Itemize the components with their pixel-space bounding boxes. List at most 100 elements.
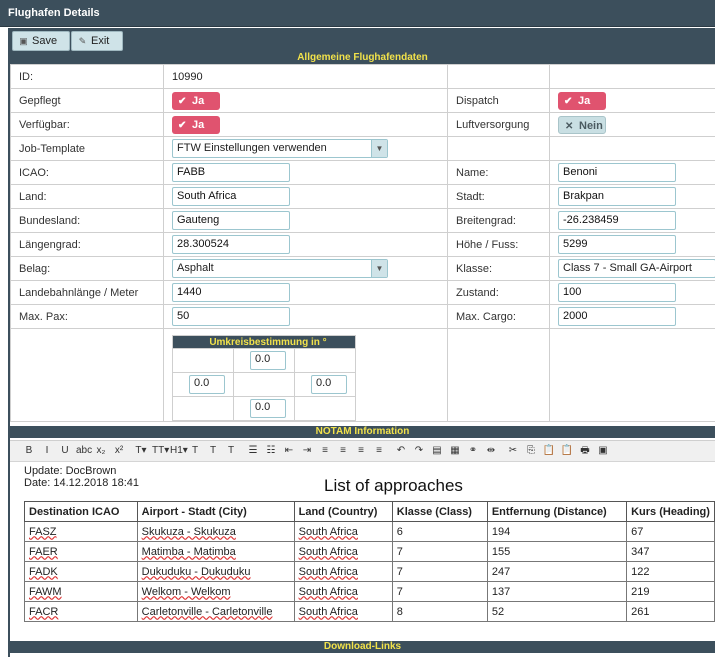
editor-redo-icon[interactable]: ↷	[412, 444, 426, 458]
verfuegbar-toggle[interactable]: ✔ Ja	[172, 115, 220, 134]
table-cell: 122	[626, 561, 715, 582]
belag-select[interactable]: Asphalt ▼	[172, 259, 388, 278]
chevron-down-icon: ▼	[371, 140, 387, 157]
gepflegt-toggle[interactable]: ✔ Ja	[172, 91, 220, 110]
umkreis-east-input[interactable]: 0.0	[311, 375, 347, 394]
id-value: 10990	[163, 64, 448, 89]
editor-bullet-list-icon[interactable]: ☰	[246, 444, 260, 458]
table-cell: 8	[391, 601, 488, 622]
breitengrad-label: Breitengrad:	[447, 208, 550, 233]
editor-text-color-icon[interactable]: T	[188, 444, 202, 458]
landebahn-input[interactable]: 1440	[172, 283, 290, 302]
editor-subscript-icon[interactable]: x₂	[94, 444, 108, 458]
hoehe-label: Höhe / Fuss:	[447, 232, 550, 257]
editor-italic-icon[interactable]: I	[40, 444, 54, 458]
window-titlebar: Flughafen Details	[0, 0, 715, 27]
table-cell: 194	[486, 521, 628, 542]
umkreis-west-input[interactable]: 0.0	[189, 375, 225, 394]
approaches-header: Airport - Stadt (City)	[136, 501, 295, 522]
dispatch-label: Dispatch	[447, 88, 550, 113]
check-icon: ✔	[564, 95, 573, 107]
editor-bold-icon[interactable]: B	[22, 444, 36, 458]
airport-data-grid: ID: 10990 Gepflegt ✔ Ja Dispatch ✔ Ja Verf…	[10, 64, 715, 422]
laengengrad-label: Längengrad:	[10, 232, 164, 257]
editor-font-family-icon[interactable]: T▾	[134, 444, 148, 458]
editor-unlink-icon[interactable]: ⇹	[484, 444, 498, 458]
notam-editor[interactable]: B I Uabc x₂ x² T▾ TT▾ H1▾ T T T ☰ ☷ ⇤ ⇥ ≡ ≡ ≡ ≡ ↶ ↷ ▤ ▦ ⚭ ⇹ ✂ ⎘ 📋 📋 🖶…	[10, 440, 715, 642]
table-row: FACR Carletonville - Carletonville South A…	[24, 601, 715, 622]
table-cell: FADK	[24, 561, 138, 582]
table-cell: South Africa	[293, 601, 393, 622]
name-input[interactable]: Benoni	[558, 163, 676, 182]
editor-superscript-icon[interactable]: x²	[112, 444, 126, 458]
editor-font-size-icon[interactable]: TT▾	[152, 444, 169, 458]
editor-align-left-icon[interactable]: ≡	[318, 444, 332, 458]
table-cell: Dukuduku - Dukuduku	[136, 561, 295, 582]
main-toolbar: ▣ Save ✎ Exit	[10, 28, 715, 52]
approaches-title: List of approaches	[324, 476, 463, 495]
zustand-input[interactable]: 100	[558, 283, 676, 302]
editor-undo-icon[interactable]: ↶	[394, 444, 408, 458]
editor-justify-icon[interactable]: ≡	[372, 444, 386, 458]
landebahn-label: Landebahnlänge / Meter	[10, 280, 164, 305]
table-cell: 219	[626, 581, 715, 602]
editor-highlight-icon[interactable]: T	[206, 444, 220, 458]
luftversorgung-toggle[interactable]: ✕ Nein	[558, 115, 606, 134]
bundesland-label: Bundesland:	[10, 208, 164, 233]
editor-toolbar: B I Uabc x₂ x² T▾ TT▾ H1▾ T T T ☰ ☷ ⇤ ⇥ ≡ ≡ ≡ ≡ ↶ ↷ ▤ ▦ ⚭ ⇹ ✂ ⎘ 📋 📋 🖶…	[10, 441, 715, 462]
editor-paste-text-icon[interactable]: 📋	[560, 444, 574, 458]
zustand-label: Zustand:	[447, 280, 550, 305]
editor-indent-icon[interactable]: ⇥	[300, 444, 314, 458]
gepflegt-label: Gepflegt	[10, 88, 164, 113]
table-cell: 7	[391, 541, 488, 562]
editor-align-right-icon[interactable]: ≡	[354, 444, 368, 458]
table-cell: FASZ	[24, 521, 138, 542]
editor-heading-icon[interactable]: H1▾	[170, 444, 188, 458]
editor-number-list-icon[interactable]: ☷	[264, 444, 278, 458]
editor-source-icon[interactable]: ▣	[596, 444, 610, 458]
editor-outdent-icon[interactable]: ⇤	[282, 444, 296, 458]
luftversorgung-label: Luftversorgung	[447, 112, 550, 137]
hoehe-input[interactable]: 5299	[558, 235, 676, 254]
stadt-input[interactable]: Brakpan	[558, 187, 676, 206]
belag-label: Belag:	[10, 256, 164, 281]
laengengrad-input[interactable]: 28.300524	[172, 235, 290, 254]
table-cell: Skukuza - Skukuza	[136, 521, 295, 542]
umkreis-south-input[interactable]: 0.0	[250, 399, 286, 418]
section-header-download: Download-Links	[10, 641, 715, 653]
editor-hr-icon[interactable]: ▤	[430, 444, 444, 458]
approaches-table: Destination ICAO Airport - Stadt (City) La…	[24, 501, 715, 622]
breitengrad-input[interactable]: -26.238459	[558, 211, 676, 230]
exit-button[interactable]: ✎ Exit	[71, 31, 123, 51]
approaches-header: Kurs (Heading)	[626, 501, 715, 522]
editor-paste-icon[interactable]: 📋	[542, 444, 556, 458]
umkreis-north-input[interactable]: 0.0	[250, 351, 286, 370]
editor-align-center-icon[interactable]: ≡	[336, 444, 350, 458]
editor-clear-format-icon[interactable]: T	[224, 444, 238, 458]
table-cell: 7	[391, 581, 488, 602]
maxpax-input[interactable]: 50	[172, 307, 290, 326]
dispatch-toggle[interactable]: ✔ Ja	[558, 91, 606, 110]
editor-print-icon[interactable]: 🖶	[578, 444, 592, 458]
editor-copy-icon[interactable]: ⎘	[524, 444, 538, 458]
table-cell: 261	[626, 601, 715, 622]
bundesland-input[interactable]: Gauteng	[172, 211, 290, 230]
check-icon: ✔	[178, 95, 187, 107]
icao-input[interactable]: FABB	[172, 163, 290, 182]
id-label: ID:	[10, 64, 164, 89]
land-input[interactable]: South Africa	[172, 187, 290, 206]
editor-link-icon[interactable]: ⚭	[466, 444, 480, 458]
klasse-select[interactable]: Class 7 - Small GA-Airport	[558, 259, 715, 278]
jobtemplate-select[interactable]: FTW Einstellungen verwenden ▼	[172, 139, 388, 158]
table-cell: 67	[626, 521, 715, 542]
editor-cut-icon[interactable]: ✂	[506, 444, 520, 458]
save-button[interactable]: ▣ Save	[12, 31, 70, 51]
editor-table-icon[interactable]: ▦	[448, 444, 462, 458]
table-cell: Welkom - Welkom	[136, 581, 295, 602]
name-label: Name:	[447, 160, 550, 185]
editor-underline-icon[interactable]: U	[58, 444, 72, 458]
editor-strikethrough-icon[interactable]: abc	[76, 444, 92, 458]
maxcargo-input[interactable]: 2000	[558, 307, 676, 326]
section-header-notam: NOTAM Information	[10, 426, 715, 438]
table-row: FADK Dukuduku - Dukuduku South Africa 7 247 1…	[24, 561, 715, 582]
